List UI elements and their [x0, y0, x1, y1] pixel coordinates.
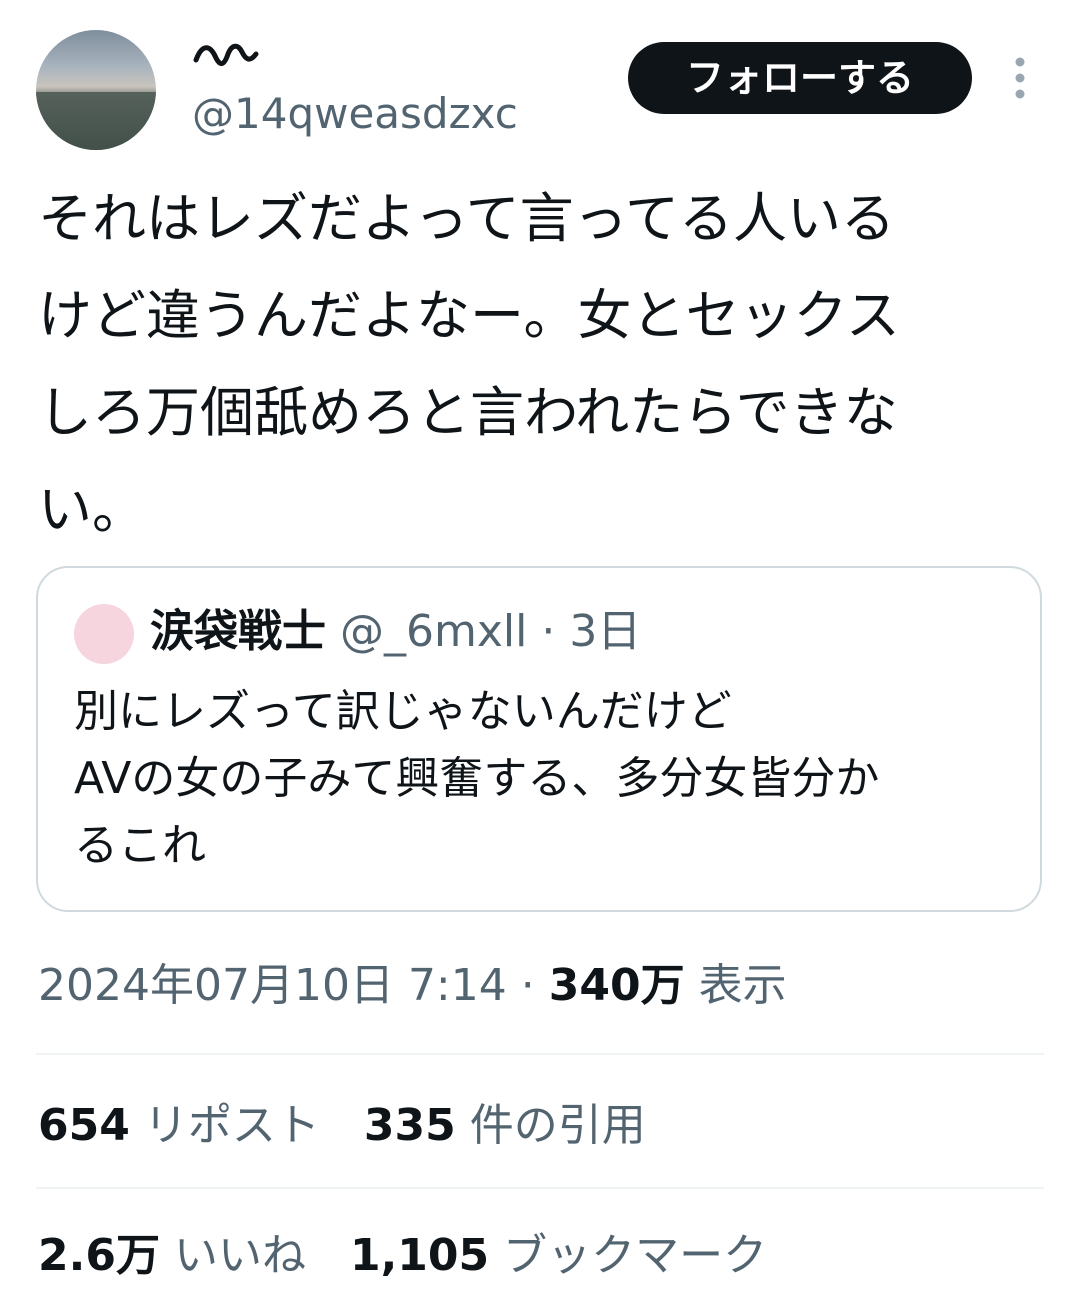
quote-count: 335	[363, 1100, 456, 1151]
author-display-name[interactable]	[192, 36, 262, 70]
divider-middle	[36, 1187, 1044, 1189]
tweet-timestamp[interactable]: 2024年07月10日 7:14	[38, 960, 507, 1011]
quotes-stat[interactable]: 335 件の引用	[364, 1096, 646, 1156]
author-avatar[interactable]	[36, 30, 156, 150]
repost-count: 654	[38, 1100, 130, 1151]
bookmarks-stat[interactable]: 1,105 ブックマーク	[350, 1226, 767, 1286]
quoted-author-handle[interactable]: @_6mxll	[340, 606, 527, 657]
quoted-tweet-text: 別にレズって訳じゃないんだけど AVの女の子みて興奮する、多分女皆分か るこれ	[74, 686, 880, 871]
quoted-author-name[interactable]: 涙袋戦士	[150, 606, 326, 657]
follow-button[interactable]: フォローする	[628, 42, 972, 114]
meta-separator: ·	[506, 960, 549, 1011]
display-name-squiggle	[193, 43, 259, 66]
stats-row-reposts: 654 リポスト 335 件の引用	[38, 1096, 646, 1156]
quoted-author-avatar[interactable]	[74, 604, 134, 664]
repost-label: リポスト	[143, 1100, 320, 1151]
avatar-landscape	[36, 92, 156, 150]
divider-top	[36, 1053, 1044, 1055]
like-count: 2.6万	[38, 1230, 160, 1281]
quote-label: 件の引用	[469, 1100, 646, 1151]
tweet-meta-line: 2024年07月10日 7:14 · 340万 表示	[38, 956, 787, 1016]
quoted-tweet-header: 涙袋戦士 @_6mxll · 3日	[150, 600, 641, 664]
more-vertical-icon[interactable]	[1004, 56, 1036, 100]
view-count: 340万	[548, 960, 685, 1011]
quoted-tweet-age[interactable]: 3日	[569, 606, 641, 657]
bookmark-label: ブックマーク	[503, 1230, 768, 1281]
stats-row-likes: 2.6万 いいね 1,105 ブックマーク	[38, 1226, 767, 1286]
likes-stat[interactable]: 2.6万 いいね	[38, 1226, 306, 1286]
author-handle[interactable]: @14qweasdzxc	[192, 88, 518, 140]
tweet-text: それはレズだよって言ってる人いる けど違うんだよなー。女とセックス しろ万個舐め…	[38, 187, 900, 541]
quoted-separator: ·	[527, 606, 570, 657]
bookmark-count: 1,105	[349, 1230, 490, 1281]
reposts-stat[interactable]: 654 リポスト	[38, 1096, 320, 1156]
quoted-tweet-card[interactable]: 涙袋戦士 @_6mxll · 3日 別にレズって訳じゃないんだけど AVの女の子…	[36, 566, 1042, 912]
like-label: いいね	[173, 1230, 306, 1281]
view-count-label: 表示	[698, 960, 787, 1011]
